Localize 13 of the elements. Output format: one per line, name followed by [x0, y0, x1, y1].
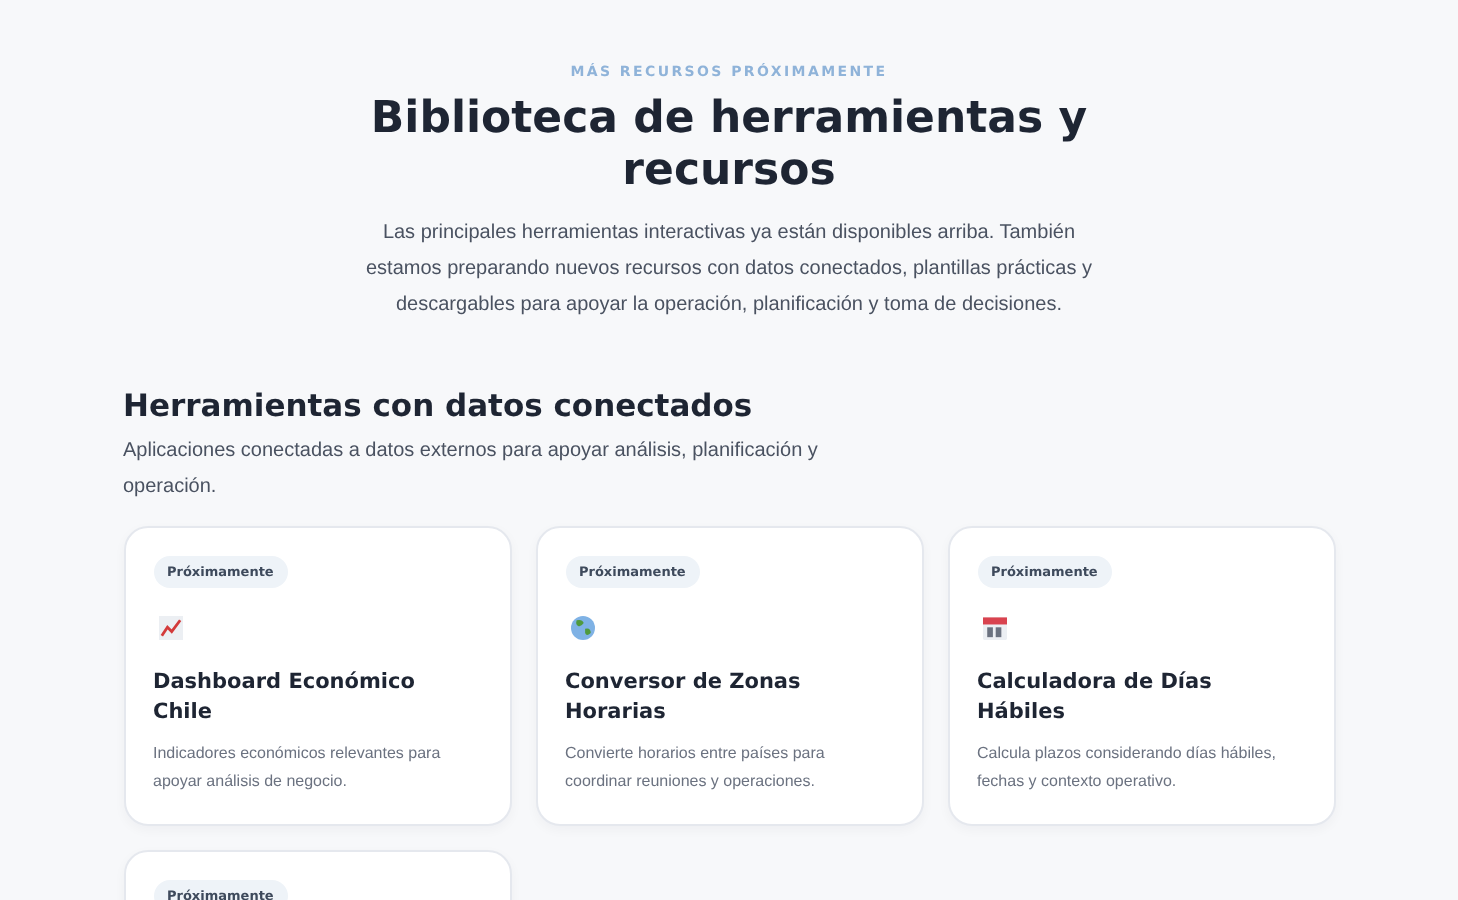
globe-icon — [565, 616, 599, 640]
intro-text: Las principales herramientas interactivas ya están disponibles arriba. También estamos preparando nuevos recursos con datos conectados, plantillas prácticas y descargables para apoyar la operación, planificación y toma de decisiones. — [364, 220, 1094, 320]
section-title: Herramientas con datos conectados — [123, 386, 755, 428]
card-description: Indicadores económicos relevantes para apoyar análisis de negocio. — [153, 742, 443, 794]
card-title: Dashboard Económico Chile — [153, 668, 417, 728]
page-title: Biblioteca de herramientas y recursos — [369, 94, 1089, 198]
chart-icon — [153, 616, 187, 640]
calendar-icon — [977, 616, 1011, 640]
card-description: Calcula plazos considerando días hábiles, fechas y contexto operativo. — [977, 742, 1278, 794]
section-description: Aplicaciones conectadas a datos externos para apoyar análisis, planificación y operación. — [123, 438, 820, 502]
card-title: Conversor de Zonas Horarias — [565, 668, 803, 728]
card-description: Convierte horarios entre países para coordinar reuniones y operaciones. — [565, 742, 827, 794]
card-title: Calculadora de Días Hábiles — [977, 668, 1214, 728]
